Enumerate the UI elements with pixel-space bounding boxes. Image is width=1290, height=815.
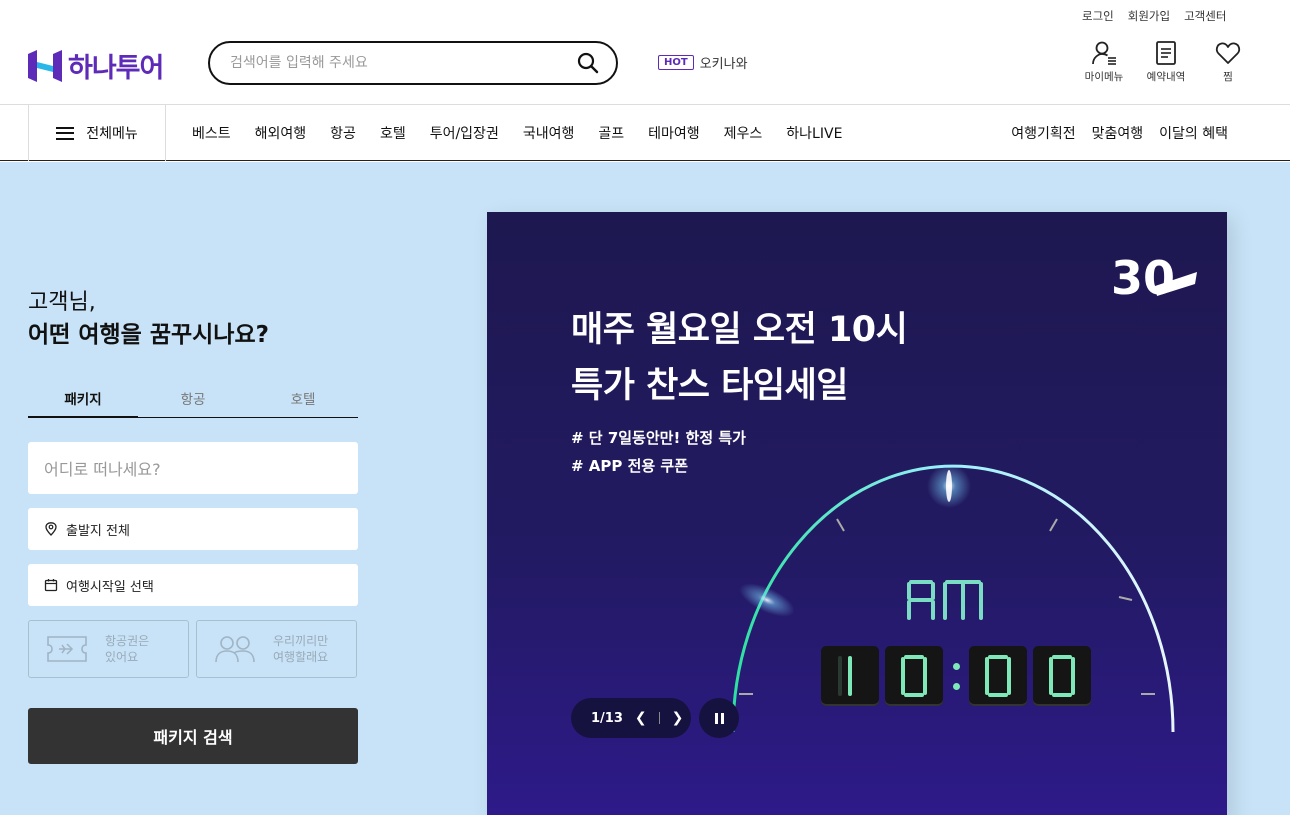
search-tabs: 패키지 항공 호텔 (28, 384, 358, 418)
hamburger-icon (56, 126, 75, 140)
banner-title-line1: 매주 월요일 오전 10시 (571, 310, 908, 350)
reservation-button[interactable]: 예약내역 (1144, 40, 1188, 84)
heart-icon (1215, 42, 1241, 64)
nav-item-golf[interactable]: 골프 (598, 123, 624, 143)
clock-colon (949, 656, 963, 696)
tab-package[interactable]: 패키지 (28, 384, 138, 418)
nav-items: 베스트 해외여행 항공 호텔 투어/입장권 국내여행 골프 테마여행 제우스 하… (192, 105, 842, 161)
nav-item-overseas[interactable]: 해외여행 (255, 123, 307, 143)
clock-digit-hour-tens (821, 646, 879, 706)
option-have-ticket-line2: 있어요 (105, 650, 139, 664)
my-menu-button[interactable]: 마이메뉴 (1082, 40, 1126, 84)
greeting: 고객님, 어떤 여행을 꿈꾸시나요? (28, 286, 269, 352)
signup-link[interactable]: 회원가입 (1128, 8, 1170, 24)
option-private-group[interactable]: 우리끼리만 여행할래요 (196, 620, 357, 678)
nav-item-promotion[interactable]: 여행기획전 (1011, 123, 1075, 143)
option-private-group-line1: 우리끼리만 (273, 634, 329, 648)
my-menu-label: 마이메뉴 (1084, 71, 1124, 83)
option-have-ticket-line1: 항공권은 (105, 634, 150, 648)
pager-count: 1/13 (591, 710, 623, 726)
calendar-icon (44, 579, 58, 592)
utility-links: 로그인 회원가입 고객센터 (1082, 8, 1226, 24)
login-link[interactable]: 로그인 (1082, 8, 1114, 24)
nav-item-best[interactable]: 베스트 (192, 123, 231, 143)
next-slide-icon[interactable]: ❯ (672, 710, 684, 726)
nav-item-custom[interactable]: 맞춤여행 (1092, 123, 1144, 143)
destination-input[interactable]: 어디로 떠나세요? (28, 442, 358, 494)
nav-item-domestic[interactable]: 국내여행 (523, 123, 575, 143)
date-value: 여행시작일 선택 (66, 579, 154, 595)
departure-select[interactable]: 출발지 전체 (28, 508, 358, 550)
nav-item-benefit[interactable]: 이달의 혜택 (1159, 123, 1228, 143)
hana-logo-icon (28, 49, 62, 82)
hot-keyword[interactable]: HOT 오키나와 (658, 53, 748, 72)
pause-button[interactable] (699, 698, 739, 738)
location-pin-icon (45, 522, 57, 536)
date-select[interactable]: 여행시작일 선택 (28, 564, 358, 606)
user-menu-icon (1092, 41, 1116, 65)
hot-keyword-text: 오키나와 (699, 57, 748, 72)
nav-item-zeus[interactable]: 제우스 (724, 123, 763, 143)
option-have-ticket-text: 항공권은 있어요 (105, 633, 149, 665)
reservation-label: 예약내역 (1146, 71, 1186, 83)
customer-center-link[interactable]: 고객센터 (1184, 8, 1226, 24)
clock-ampm (905, 576, 985, 624)
departure-value: 출발지 전체 (66, 523, 130, 539)
clock-digits (821, 646, 1091, 706)
nav-right-items: 여행기획전 맞춤여행 이달의 혜택 (1011, 105, 1228, 161)
group-icon (215, 636, 255, 663)
tab-hotel[interactable]: 호텔 (248, 384, 358, 417)
prev-slide-icon[interactable]: ❮ (635, 710, 647, 726)
option-have-ticket[interactable]: 항공권은 있어요 (28, 620, 189, 678)
clock-digit-minute-tens (969, 646, 1027, 706)
option-private-group-line2: 여행할래요 (273, 650, 329, 664)
promo-banner[interactable]: 30 매주 월요일 오전 10시 특가 찬스 타임세일 # 단 7일동안만! 한… (487, 212, 1227, 815)
ticket-icon (47, 636, 87, 662)
nav-item-theme[interactable]: 테마여행 (648, 123, 700, 143)
all-menu-button[interactable]: 전체메뉴 (28, 105, 166, 161)
nav-item-air[interactable]: 항공 (330, 123, 356, 143)
option-private-group-text: 우리끼리만 여행할래요 (273, 633, 328, 665)
search-icon[interactable] (576, 51, 600, 75)
clock-digit-minute-ones (1033, 646, 1091, 706)
banner-title-line2: 특가 찬스 타임세일 (571, 366, 848, 406)
package-search-button[interactable]: 패키지 검색 (28, 708, 358, 764)
banner-sub-line2: # APP 전용 쿠폰 (571, 457, 689, 475)
nav-item-tour[interactable]: 투어/입장권 (430, 123, 499, 143)
clock-digit-hour-ones (885, 646, 943, 706)
30th-anniversary-badge: 30 (1111, 251, 1197, 305)
document-icon (1156, 41, 1176, 65)
nav-item-live[interactable]: 하나LIVE (786, 123, 842, 143)
quick-menu: 마이메뉴 예약내역 찜 (1082, 40, 1250, 84)
greeting-line2: 어떤 여행을 꿈꾸시나요? (28, 322, 269, 348)
search-bar (208, 41, 618, 85)
all-menu-label: 전체메뉴 (86, 126, 138, 142)
clock-ampm-display (907, 580, 983, 620)
site-logo[interactable]: 하나투어 (28, 46, 164, 85)
banner-pager: 1/13 ❮ ❯ (571, 698, 691, 738)
logo-text: 하나투어 (68, 53, 164, 84)
tab-air[interactable]: 항공 (138, 384, 248, 417)
main-navigation: 전체메뉴 베스트 해외여행 항공 호텔 투어/입장권 국내여행 골프 테마여행 … (0, 105, 1290, 161)
banner-sub-line1: # 단 7일동안만! 한정 특가 (571, 429, 746, 447)
banner-subtitle: # 단 7일동안만! 한정 특가 # APP 전용 쿠폰 (571, 424, 746, 480)
greeting-line1: 고객님, (28, 290, 96, 315)
main-visual: 고객님, 어떤 여행을 꿈꾸시나요? 패키지 항공 호텔 어디로 떠나세요? 출… (0, 162, 1290, 815)
hot-badge: HOT (658, 55, 694, 70)
wishlist-label: 찜 (1223, 71, 1233, 83)
pager-separator (658, 712, 660, 724)
search-input[interactable] (230, 55, 576, 71)
wishlist-button[interactable]: 찜 (1206, 40, 1250, 84)
nav-item-hotel[interactable]: 호텔 (380, 123, 406, 143)
banner-title: 매주 월요일 오전 10시 특가 찬스 타임세일 (571, 302, 908, 414)
anniversary-number: 30 (1111, 251, 1175, 305)
